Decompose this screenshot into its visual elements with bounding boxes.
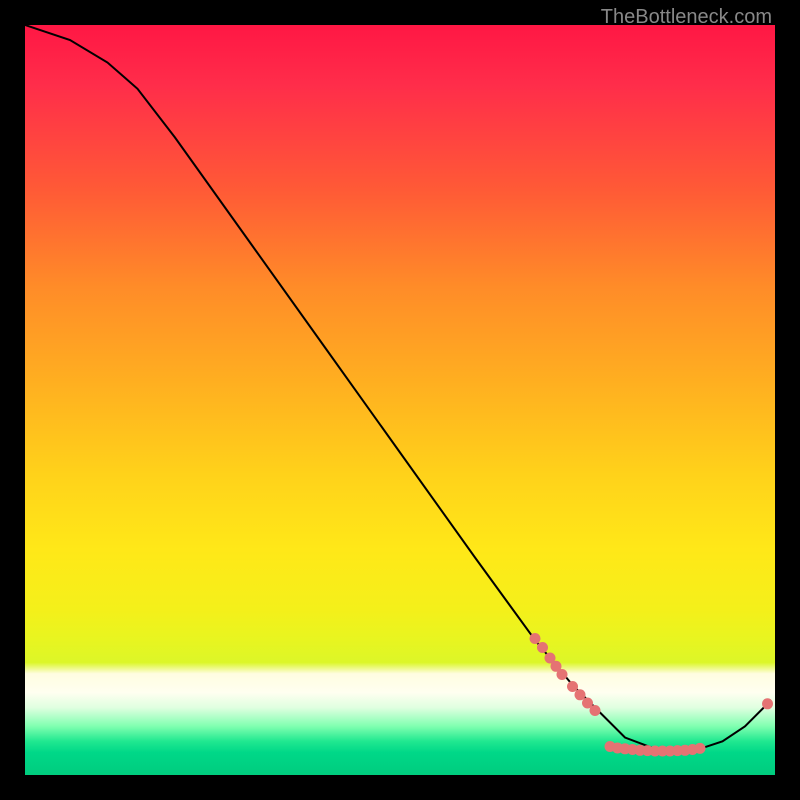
data-point bbox=[762, 698, 773, 709]
watermark-text: TheBottleneck.com bbox=[601, 6, 772, 29]
bottleneck-curve bbox=[25, 25, 768, 751]
data-point bbox=[695, 743, 706, 754]
data-point bbox=[530, 633, 541, 644]
data-point bbox=[590, 705, 601, 716]
data-markers bbox=[530, 633, 774, 757]
data-point bbox=[557, 669, 568, 680]
data-point bbox=[537, 642, 548, 653]
data-point bbox=[575, 689, 586, 700]
chart-svg bbox=[25, 25, 775, 775]
data-point bbox=[567, 681, 578, 692]
